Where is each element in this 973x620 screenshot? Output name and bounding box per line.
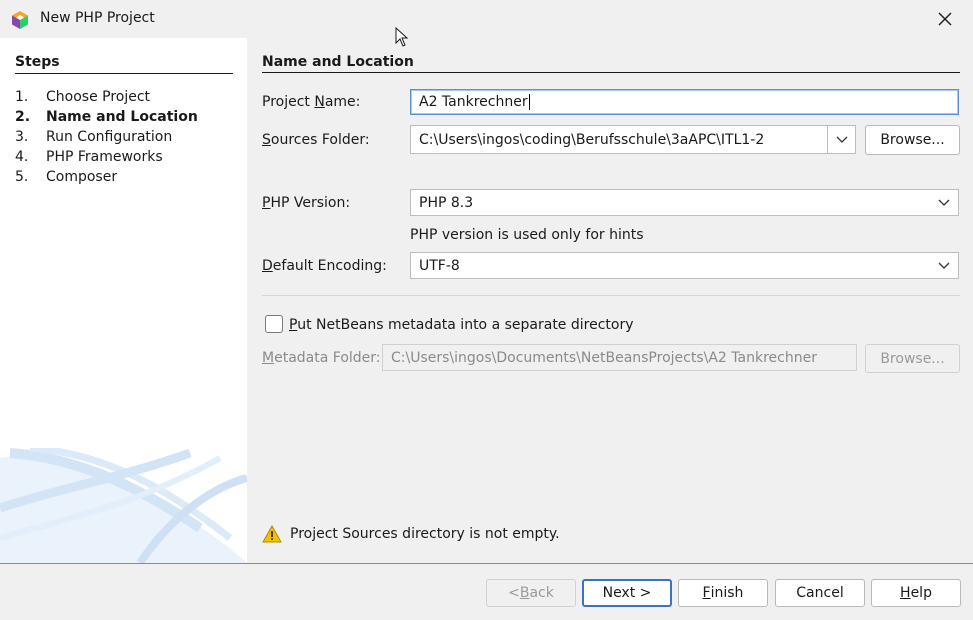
sources-folder-combo[interactable]: C:\Users\ingos\coding\Berufsschule\3aAPC… [410,125,856,154]
metadata-folder-label: Metadata Folder: [262,350,381,366]
encoding-value: UTF-8 [419,257,460,274]
warning-message: Project Sources directory is not empty. [262,525,560,543]
encoding-select[interactable]: UTF-8 [410,252,959,279]
chevron-down-icon[interactable] [827,126,855,153]
metadata-folder-input[interactable]: C:\Users\ingos\Documents\NetBeansProject… [382,344,857,371]
sources-browse-button[interactable]: Browse... [865,125,960,155]
window-title: New PHP Project [40,10,155,26]
steps-heading: Steps [15,54,60,70]
main-content: Name and Location Project Name: A2 Tankr… [262,38,960,563]
step-number: 3. [15,129,29,145]
netbeans-cube-icon [12,11,28,29]
step-item: 1. Choose Project [15,89,198,109]
metadata-checkbox[interactable] [265,315,283,333]
section-divider [262,72,960,73]
close-icon[interactable] [934,8,956,30]
wave-decoration [0,448,247,563]
footer-divider [0,563,973,564]
step-number: 4. [15,149,29,165]
metadata-browse-button[interactable]: Browse... [865,344,960,373]
project-name-label: Project Name: [262,94,361,110]
encoding-label: Default Encoding: [262,258,387,274]
php-version-hint: PHP version is used only for hints [410,227,644,243]
step-item: 4. PHP Frameworks [15,149,198,169]
steps-panel: Steps 1. Choose Project 2. Name and Locatio… [0,38,247,563]
php-version-label: PHP Version: [262,195,351,211]
php-version-select[interactable]: PHP 8.3 [410,189,959,216]
step-number: 1. [15,89,29,105]
php-version-value: PHP 8.3 [419,194,474,211]
chevron-down-icon[interactable] [930,190,958,215]
step-label: Run Configuration [46,129,173,145]
sources-folder-value: C:\Users\ingos\coding\Berufsschule\3aAPC… [419,131,765,148]
section-heading: Name and Location [262,54,414,70]
chevron-down-icon[interactable] [930,253,958,278]
project-name-input[interactable]: A2 Tankrechner [410,89,959,115]
step-label: PHP Frameworks [46,149,163,165]
form-separator [262,295,960,296]
steps-list: 1. Choose Project 2. Name and Location 3. Run… [15,89,198,189]
warning-icon [262,525,282,543]
step-item: 5. Composer [15,169,198,189]
steps-divider [15,73,233,74]
warning-text: Project Sources directory is not empty. [290,526,560,542]
mouse-cursor-icon [395,27,409,47]
step-label: Composer [46,169,118,185]
finish-button[interactable]: Finish [678,579,768,607]
cancel-button[interactable]: Cancel [775,579,865,607]
step-number: 5. [15,169,29,185]
help-button[interactable]: Help [871,579,961,607]
metadata-checkbox-label[interactable]: Put NetBeans metadata into a separate di… [289,317,634,333]
title-bar: New PHP Project [0,0,973,38]
step-label: Choose Project [46,89,151,105]
step-label: Name and Location [46,109,198,125]
back-button[interactable]: < Back [486,579,576,607]
sources-folder-label: Sources Folder: [262,132,370,148]
step-item: 2. Name and Location [15,109,198,129]
step-item: 3. Run Configuration [15,129,198,149]
step-number: 2. [15,109,31,125]
next-button[interactable]: Next > [582,579,672,607]
